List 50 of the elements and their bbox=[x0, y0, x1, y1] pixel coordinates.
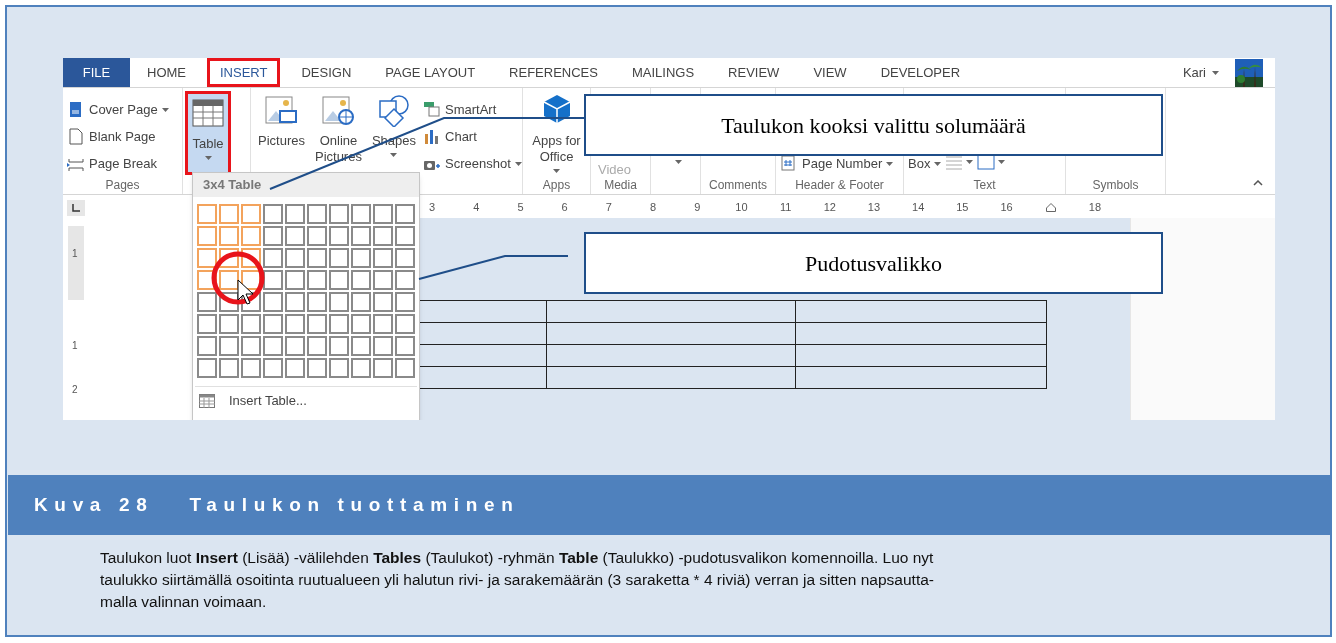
ribbon-tab[interactable]: FILE bbox=[63, 58, 130, 87]
ruler-number: 6 bbox=[560, 200, 569, 216]
ruler-number: 14 bbox=[911, 200, 926, 216]
ruler-number: 16 bbox=[999, 200, 1014, 216]
ribbon-button[interactable]: Blank Page bbox=[67, 125, 169, 148]
ribbon-tab[interactable]: REVIEW bbox=[715, 58, 793, 87]
ribbon-button[interactable]: SmartArt bbox=[423, 98, 522, 121]
ribbon-tab[interactable]: PAGE LAYOUT bbox=[372, 58, 489, 87]
ruler-number: 10 bbox=[734, 200, 749, 216]
group-label: Apps bbox=[542, 177, 571, 194]
ruler-number: 2 bbox=[72, 383, 78, 397]
ribbon-tab[interactable]: DESIGN bbox=[288, 58, 365, 87]
ribbon-tab[interactable]: HOME bbox=[134, 58, 199, 87]
user-name[interactable]: Kari bbox=[1182, 62, 1206, 83]
callout-box: Pudotusvalikko bbox=[584, 232, 1163, 294]
group-label: Header & Footer bbox=[795, 177, 884, 194]
ruler-number: 1 bbox=[72, 247, 78, 261]
ruler-number: 9 bbox=[693, 200, 702, 216]
ruler-number: 12 bbox=[822, 200, 837, 216]
ruler-number: 18 bbox=[1087, 200, 1103, 216]
ribbon-tab[interactable]: DEVELOPER bbox=[867, 58, 974, 87]
group-label: Comments bbox=[709, 177, 767, 194]
caption-title: Taulukon tuottaminen bbox=[189, 492, 520, 517]
ribbon-tab[interactable]: MAILINGS bbox=[618, 58, 708, 87]
group-label: Pages bbox=[105, 177, 140, 194]
menu-header: 3x4 Table bbox=[203, 176, 262, 195]
ribbon-button[interactable]: Chart bbox=[423, 125, 522, 148]
group-label: Media bbox=[604, 177, 637, 194]
ruler-number: 4 bbox=[472, 200, 481, 216]
group-label: Symbols bbox=[1092, 177, 1139, 194]
ribbon-button[interactable]: Table bbox=[185, 91, 231, 175]
ribbon-tab[interactable]: VIEW bbox=[800, 58, 860, 87]
ribbon-tab[interactable]: INSERT bbox=[207, 58, 281, 87]
ribbon-button[interactable]: Cover Page bbox=[67, 98, 169, 121]
ruler-number: 7 bbox=[604, 200, 613, 216]
ruler-number: 1 bbox=[72, 339, 78, 353]
callout-box: Taulukon kooksi valittu solumäärä bbox=[584, 94, 1163, 156]
caption-number: Kuva 28 bbox=[34, 492, 154, 517]
ribbon-tab[interactable]: REFERENCES bbox=[496, 58, 611, 87]
ribbon-button[interactable]: Screenshot bbox=[423, 152, 522, 175]
ruler-number: 3 bbox=[428, 200, 437, 216]
body-paragraph: Taulukon luot Insert (Lisää) -välilehden Tables (Taulukot) -ryhmän Table (Taulukko) -pudotusvalikon komennoilla. Luo nyt taulukko siirtämällä osoitinta ruutualueen yli halutun rivi- ja sarakemäärän (3 saraketta * 4 riviä) verran ja sitten napsautta- malla valinnan voimaan. bbox=[100, 548, 935, 612]
ribbon-button[interactable]: Page Break bbox=[67, 152, 169, 175]
ruler-number: 11 bbox=[778, 200, 793, 216]
ruler-number: 8 bbox=[648, 200, 658, 216]
group-label: Text bbox=[973, 177, 996, 194]
ruler-number: 13 bbox=[866, 200, 882, 216]
menu-item[interactable]: Insert Table... bbox=[193, 387, 419, 415]
ruler-number: 15 bbox=[955, 200, 970, 216]
ruler-number: 5 bbox=[516, 200, 525, 216]
